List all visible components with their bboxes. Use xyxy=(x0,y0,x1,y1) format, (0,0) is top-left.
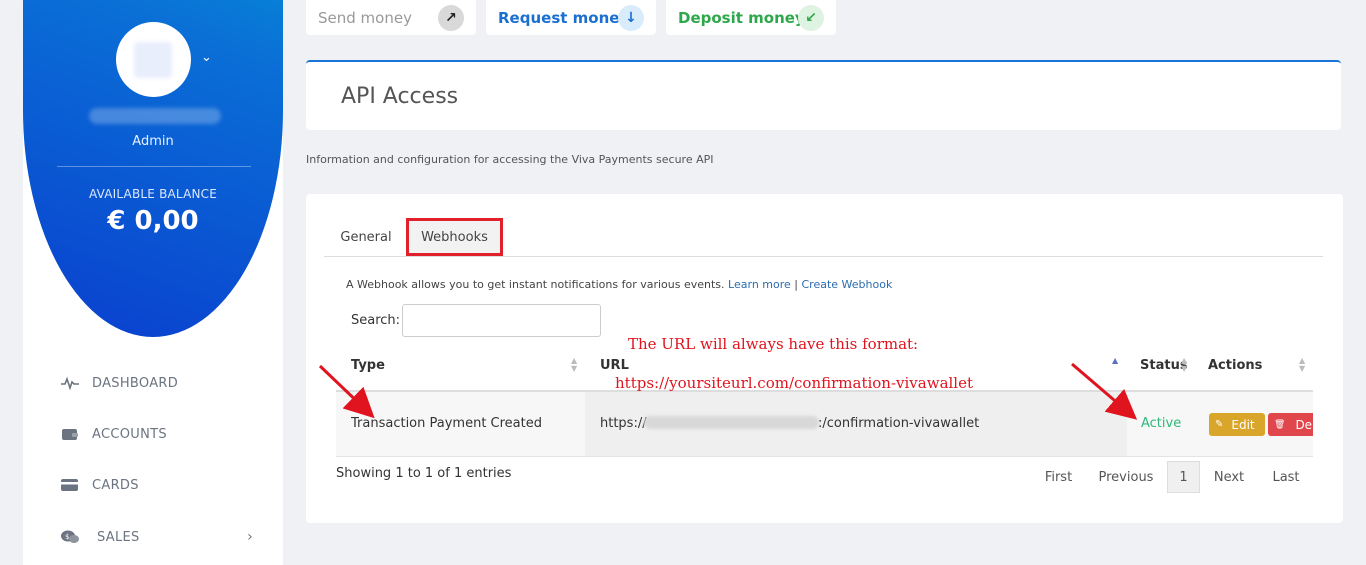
annotation-arrows xyxy=(318,362,1138,420)
annotation-arrow-status xyxy=(1071,362,1138,420)
annotation-arrow-type xyxy=(318,364,375,419)
